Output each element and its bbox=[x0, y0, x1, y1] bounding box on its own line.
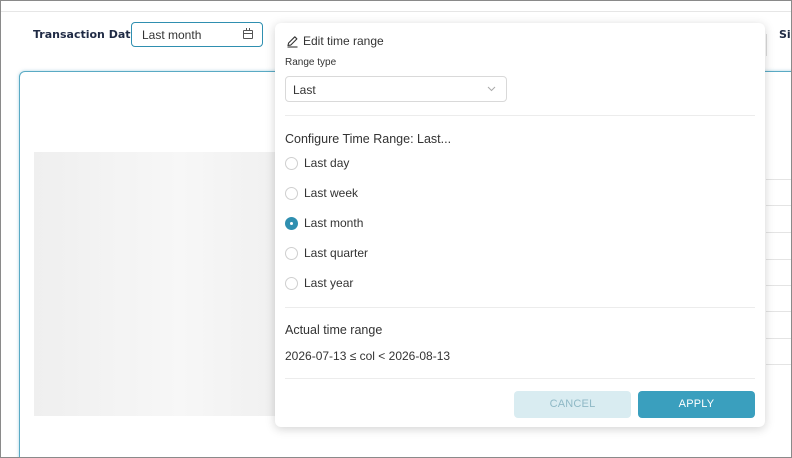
filter-divider bbox=[766, 34, 767, 56]
time-range-popover: Edit time range Range type Last Configur… bbox=[275, 23, 765, 427]
radio-label: Last month bbox=[304, 216, 364, 230]
radio-label: Last quarter bbox=[304, 246, 369, 260]
range-type-label: Range type bbox=[285, 57, 337, 68]
radio-button[interactable] bbox=[285, 187, 298, 200]
radio-label: Last year bbox=[304, 276, 354, 290]
transaction-date-label: Transaction Date bbox=[33, 28, 138, 41]
pencil-icon bbox=[287, 36, 298, 48]
radio-label: Last week bbox=[304, 186, 359, 200]
loading-skeleton bbox=[34, 152, 278, 416]
app-frame: Transaction Date Last month Si Edit time… bbox=[0, 0, 792, 458]
radio-button[interactable] bbox=[285, 277, 298, 290]
configure-title: Configure Time Range: Last... bbox=[285, 132, 452, 146]
range-type-value: Last bbox=[293, 83, 316, 97]
apply-button[interactable]: APPLY bbox=[638, 391, 755, 418]
transaction-date-input[interactable]: Last month bbox=[131, 22, 263, 47]
actual-range-title: Actual time range bbox=[285, 323, 383, 337]
table-row-lines bbox=[766, 179, 791, 379]
section-divider bbox=[285, 378, 755, 379]
radio-button[interactable] bbox=[285, 247, 298, 260]
cancel-button[interactable]: CANCEL bbox=[514, 391, 631, 418]
date-input-value: Last month bbox=[142, 28, 202, 42]
radio-label: Last day bbox=[304, 156, 350, 170]
section-divider bbox=[285, 307, 755, 308]
calendar-icon bbox=[243, 28, 253, 39]
next-filter-label: Si bbox=[779, 28, 791, 41]
actual-range-value: 2026-07-13 ≤ col < 2026-08-13 bbox=[285, 349, 451, 363]
radio-button[interactable] bbox=[285, 157, 298, 170]
chevron-down-icon bbox=[487, 86, 496, 92]
range-type-select[interactable]: Last bbox=[285, 76, 507, 102]
popover-title: Edit time range bbox=[303, 34, 384, 48]
radio-button-checked[interactable] bbox=[285, 217, 298, 230]
section-divider bbox=[285, 115, 755, 116]
